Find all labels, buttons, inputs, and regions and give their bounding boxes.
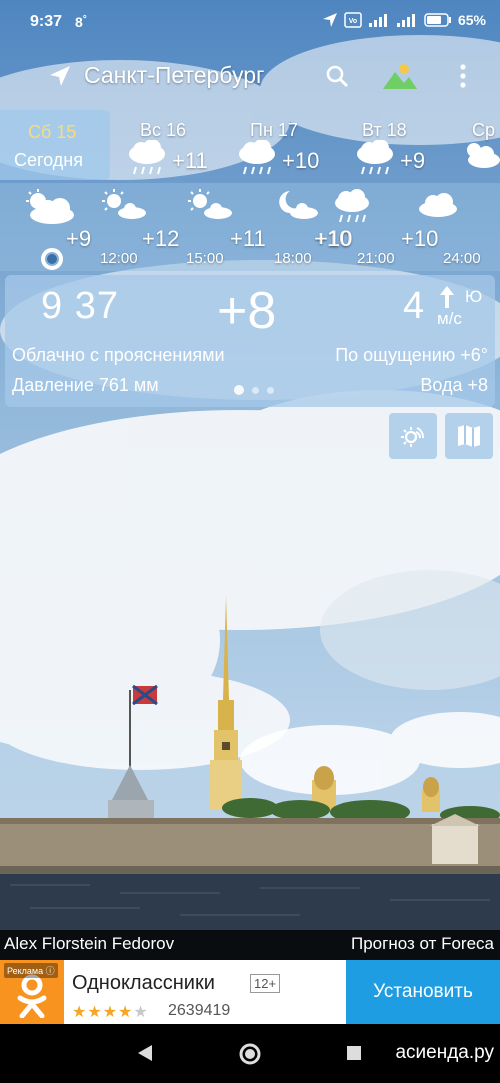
cloud-icon bbox=[419, 193, 457, 217]
day-name: Вт 18 bbox=[362, 120, 407, 140]
cloud-rain-icon bbox=[239, 140, 275, 175]
current-temp: +8 bbox=[217, 282, 277, 340]
hour-temp: +12 bbox=[142, 226, 180, 251]
sun-cloud-icon bbox=[188, 189, 232, 219]
credits-bar: Alex Florstein Fedorov Прогноз от Foreca bbox=[0, 930, 500, 960]
partly-cloudy-icon bbox=[26, 189, 74, 224]
volte-icon: Vo bbox=[344, 12, 362, 28]
hourly-forecast: +9 +12 12:00 +11 15:00 +10 18:00 +10 21:… bbox=[0, 183, 500, 271]
feels-like: По ощущению +6° bbox=[335, 345, 488, 365]
map-button[interactable] bbox=[445, 413, 493, 459]
photo-author[interactable]: Alex Florstein Fedorov bbox=[4, 934, 174, 954]
hour-time: 12:00 bbox=[100, 250, 138, 267]
hour-temp: +10 bbox=[401, 226, 439, 251]
battery-percent: 65% bbox=[457, 12, 486, 28]
days-strip: Сб 15 Сегодня Вс 16 +11 Пн 17 +10 Вт 18 … bbox=[0, 110, 500, 184]
cloud-rain-icon bbox=[129, 140, 165, 175]
day-name: Ср bbox=[472, 120, 496, 140]
home-icon[interactable] bbox=[238, 1042, 262, 1066]
odnoklassniki-icon bbox=[17, 974, 47, 1018]
hour-time: 24:00 bbox=[443, 250, 481, 267]
watermark: асиенда.ру bbox=[395, 1042, 494, 1063]
partly-cloudy-icon bbox=[467, 143, 500, 168]
city-name[interactable]: Санкт-Петербург bbox=[84, 62, 264, 89]
star-icon: ★ bbox=[118, 1004, 133, 1021]
water-temp: Вода +8 bbox=[420, 375, 488, 395]
system-nav-bar: асиенда.ру bbox=[0, 1024, 500, 1083]
pressure: Давление 761 мм bbox=[12, 375, 159, 395]
hour-temp: +11 bbox=[230, 226, 266, 251]
rating-count: 2639419 bbox=[168, 1002, 231, 1019]
wind-direction-arrow-icon bbox=[440, 286, 454, 308]
status-icons: Vo 65% bbox=[322, 12, 486, 28]
navigation-arrow-icon bbox=[322, 13, 337, 27]
cloud-rain-icon bbox=[335, 189, 369, 223]
wind-speed: 4 bbox=[403, 285, 425, 327]
forecast-source[interactable]: Прогноз от Foreca bbox=[351, 934, 494, 954]
ad-label: Реклама ⓘ bbox=[4, 963, 58, 978]
rating-stars: ★ ★ ★ ★ ★ bbox=[72, 1002, 148, 1022]
day-name: Пн 17 bbox=[250, 120, 298, 140]
hour-time: 15:00 bbox=[186, 250, 224, 267]
star-icon: ★ bbox=[102, 1004, 118, 1021]
day-tab-tue[interactable]: Вт 18 +9 bbox=[340, 110, 450, 180]
app-header: Санкт-Петербург bbox=[0, 52, 500, 100]
ad-title[interactable]: Одноклассники bbox=[72, 972, 215, 995]
landscape-picture-icon[interactable] bbox=[382, 62, 418, 90]
moon-cloud-icon bbox=[279, 191, 318, 219]
current-time: 9 37 bbox=[41, 285, 119, 327]
status-time: 9:37 bbox=[30, 13, 63, 30]
hour-temp: +10 bbox=[315, 226, 353, 251]
wind-unit: м/с bbox=[437, 309, 462, 328]
day-tab-wed[interactable]: Ср bbox=[460, 110, 500, 180]
day-tab-today[interactable]: Сб 15 Сегодня bbox=[0, 110, 110, 180]
install-button[interactable]: Установить bbox=[346, 960, 500, 1024]
day-tab-mon[interactable]: Пн 17 +10 bbox=[222, 110, 332, 180]
page-dot bbox=[252, 386, 259, 394]
hour-item: +11 15:00 bbox=[184, 183, 266, 271]
recents-icon[interactable] bbox=[346, 1045, 362, 1061]
day-temp: +11 bbox=[172, 148, 208, 173]
sun-radar-icon bbox=[401, 427, 425, 447]
current-weather-card[interactable]: 9 37 +8 4 Ю м/с Облачно с прояснениями П… bbox=[5, 275, 495, 407]
current-time-marker-icon bbox=[41, 248, 63, 270]
page-dot-active bbox=[234, 385, 244, 395]
day-name: Вс 16 bbox=[140, 120, 187, 140]
hour-item: +9 bbox=[18, 183, 98, 271]
day-today-label: Сегодня bbox=[14, 150, 83, 170]
hour-item: +12 12:00 bbox=[98, 183, 180, 271]
status-bar: 9:37 8° Vo 65% bbox=[0, 0, 500, 44]
page-dot bbox=[267, 386, 274, 394]
more-vert-icon[interactable] bbox=[458, 64, 468, 88]
radar-button[interactable] bbox=[389, 413, 437, 459]
star-icon: ★ bbox=[72, 1004, 87, 1021]
signal-icon bbox=[368, 14, 387, 27]
day-tab-sun[interactable]: Вс 16 +11 bbox=[112, 110, 222, 180]
condition-text: Облачно с прояснениями bbox=[12, 345, 225, 365]
page-indicator bbox=[234, 385, 274, 395]
map-icon bbox=[458, 425, 480, 447]
signal-icon-2 bbox=[396, 14, 415, 27]
hour-time: 21:00 bbox=[357, 250, 395, 267]
back-icon[interactable] bbox=[136, 1044, 154, 1062]
day-name: Сб 15 bbox=[28, 122, 77, 142]
star-empty-icon: ★ bbox=[133, 1004, 148, 1021]
hour-temp: +9 bbox=[66, 226, 92, 251]
hour-item: +10 24:00 bbox=[401, 183, 500, 271]
search-icon[interactable] bbox=[325, 64, 349, 88]
cloud-rain-icon bbox=[357, 140, 393, 175]
ad-banner[interactable]: Реклама ⓘ Одноклассники 12+ ★ ★ ★ ★ ★ 26… bbox=[0, 960, 500, 1024]
status-extra: 8° bbox=[75, 14, 87, 30]
sun-cloud-icon bbox=[102, 189, 146, 219]
wind-direction: Ю bbox=[465, 287, 483, 306]
location-arrow-icon[interactable] bbox=[48, 64, 72, 88]
star-icon: ★ bbox=[87, 1004, 102, 1021]
age-rating: 12+ bbox=[250, 974, 281, 993]
hour-time: 18:00 bbox=[274, 250, 312, 267]
svg-text:Vo: Vo bbox=[349, 18, 357, 25]
day-temp: +10 bbox=[282, 148, 320, 173]
day-temp: +9 bbox=[400, 148, 426, 173]
battery-icon bbox=[424, 13, 451, 27]
